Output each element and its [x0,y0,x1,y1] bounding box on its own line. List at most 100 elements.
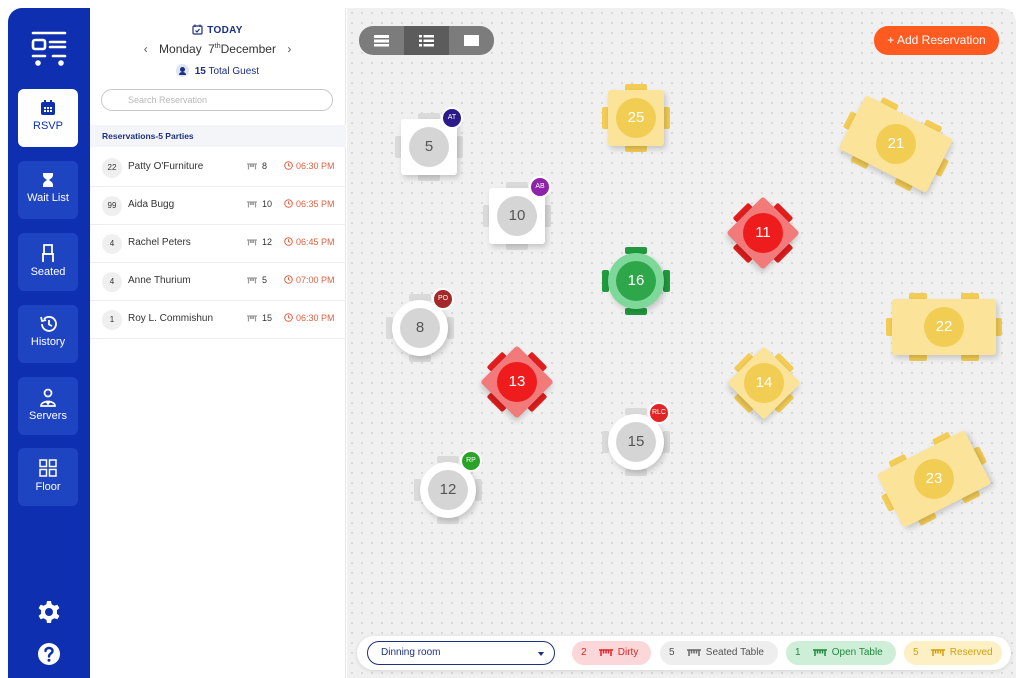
chair [625,308,647,315]
view-rows-button[interactable] [359,26,404,55]
guest-name: Aida Bugg [128,199,175,210]
reservation-time: 06:30 PM [284,161,335,171]
table-5[interactable]: 5 AT [389,107,469,187]
party-size: 4 [102,272,122,292]
view-list-button[interactable] [404,26,449,55]
legend-seated[interactable]: 5 Seated Table [660,641,778,665]
legend-reserved-label: Reserved [949,647,993,658]
table-number-value: 5 [262,275,268,285]
chair [909,354,927,361]
table-11[interactable]: 11 [725,195,801,271]
room-select[interactable]: Dinning room [367,641,555,665]
party-size: 4 [102,234,122,254]
legend-open[interactable]: 1 Open Table [786,641,896,665]
table-number: 15 [246,313,272,323]
server-badge: PO [432,288,454,310]
calendar-small-icon [192,24,203,35]
clock-icon [284,161,293,170]
clock-icon [284,237,293,246]
table-number-disc: 12 [428,470,468,510]
table-10[interactable]: 10 AB [477,176,557,256]
chair [409,355,431,362]
table-number-disc: 22 [924,307,964,347]
table-dirty-icon [598,649,613,656]
clock-icon [284,313,293,322]
reservation-row[interactable]: 22 Patty O'Furniture 8 06:30 PM [90,149,346,187]
table-number-disc: 5 [409,127,449,167]
chair [625,145,647,152]
table-number-value: 12 [262,237,273,247]
party-size: 22 [102,158,122,178]
chair [961,354,979,361]
reservation-time-value: 06:30 PM [296,161,335,171]
reservation-time: 06:35 PM [284,199,335,209]
table-number: 5 [246,275,267,285]
search-reservation-input[interactable] [101,89,333,111]
table-number-disc: 13 [497,362,537,402]
chair [456,136,463,158]
calendar-icon [41,100,55,115]
clock-icon [284,275,293,284]
view-single-button[interactable] [449,26,494,55]
table-icon [247,315,257,322]
guest-name: Anne Thurium [128,275,191,286]
table-14[interactable]: 14 [726,345,802,421]
total-guest: 15 Total Guest [90,64,345,77]
list-icon [419,35,434,47]
reservations-title: Reservations-5 Parties [90,125,346,147]
hourglass-icon [43,173,53,187]
next-day-chevron-icon[interactable]: › [279,42,299,56]
reservation-row[interactable]: 4 Rachel Peters 12 06:45 PM [90,225,346,263]
legend-open-label: Open Table [831,647,883,658]
table-16[interactable]: 16 [596,241,676,321]
table-21[interactable]: 21 [835,83,957,205]
date-month: December [220,42,276,56]
settings-gear-icon[interactable] [37,600,61,624]
chair [995,318,1002,336]
legend-dirty[interactable]: 2 Dirty [572,641,651,665]
chair [663,107,670,129]
table-25[interactable]: 25 [596,78,676,158]
reservation-row[interactable]: 99 Aida Bugg 10 06:35 PM [90,187,346,225]
help-icon[interactable] [37,642,61,666]
table-open-icon [812,649,827,656]
date-selector: ‹ Monday 7thDecember › [90,42,345,56]
table-23[interactable]: 23 [873,418,995,540]
server-badge: RP [460,450,482,472]
table-number-disc: 8 [400,308,440,348]
nav-servers[interactable]: Servers [18,377,78,435]
table-22[interactable]: 22 [880,263,1008,391]
history-icon [40,316,57,332]
table-number: 10 [246,199,272,209]
add-reservation-button[interactable]: + Add Reservation [874,26,999,55]
legend-open-count: 1 [795,647,801,658]
guest-name: Rachel Peters [128,237,191,248]
table-15[interactable]: 15 RLC [596,402,676,482]
prev-day-chevron-icon[interactable]: ‹ [136,42,156,56]
nav-floor[interactable]: Floor [18,448,78,506]
legend-seated-label: Seated Table [705,647,764,658]
chair [663,270,670,292]
table-12[interactable]: 12 RP [408,450,488,530]
date-weekday: Monday [159,42,202,56]
guest-name: Patty O'Furniture [128,161,204,172]
table-8[interactable]: 8 PO [380,288,460,368]
chair [544,205,551,227]
reservation-row[interactable]: 4 Anne Thurium 5 07:00 PM [90,263,346,301]
server-badge: AB [529,176,551,198]
nav-rsvp[interactable]: RSVP [18,89,78,147]
reservation-time-value: 06:45 PM [296,237,335,247]
server-person-icon [40,388,56,407]
nav-wait-list[interactable]: Wait List [18,161,78,219]
chair [625,469,647,476]
square-view-icon [464,35,479,46]
nav-seated[interactable]: Seated [18,233,78,291]
legend-reserved[interactable]: 5 Reserved [904,641,1002,665]
table-13[interactable]: 13 [479,344,555,420]
reservation-time-value: 06:35 PM [296,199,335,209]
reservation-row[interactable]: 1 Roy L. Commishun 15 06:30 PM [90,301,346,339]
nav-history[interactable]: History [18,305,78,363]
chair [418,174,440,181]
guest-person-icon [175,64,189,77]
legend-dirty-label: Dirty [617,647,639,658]
